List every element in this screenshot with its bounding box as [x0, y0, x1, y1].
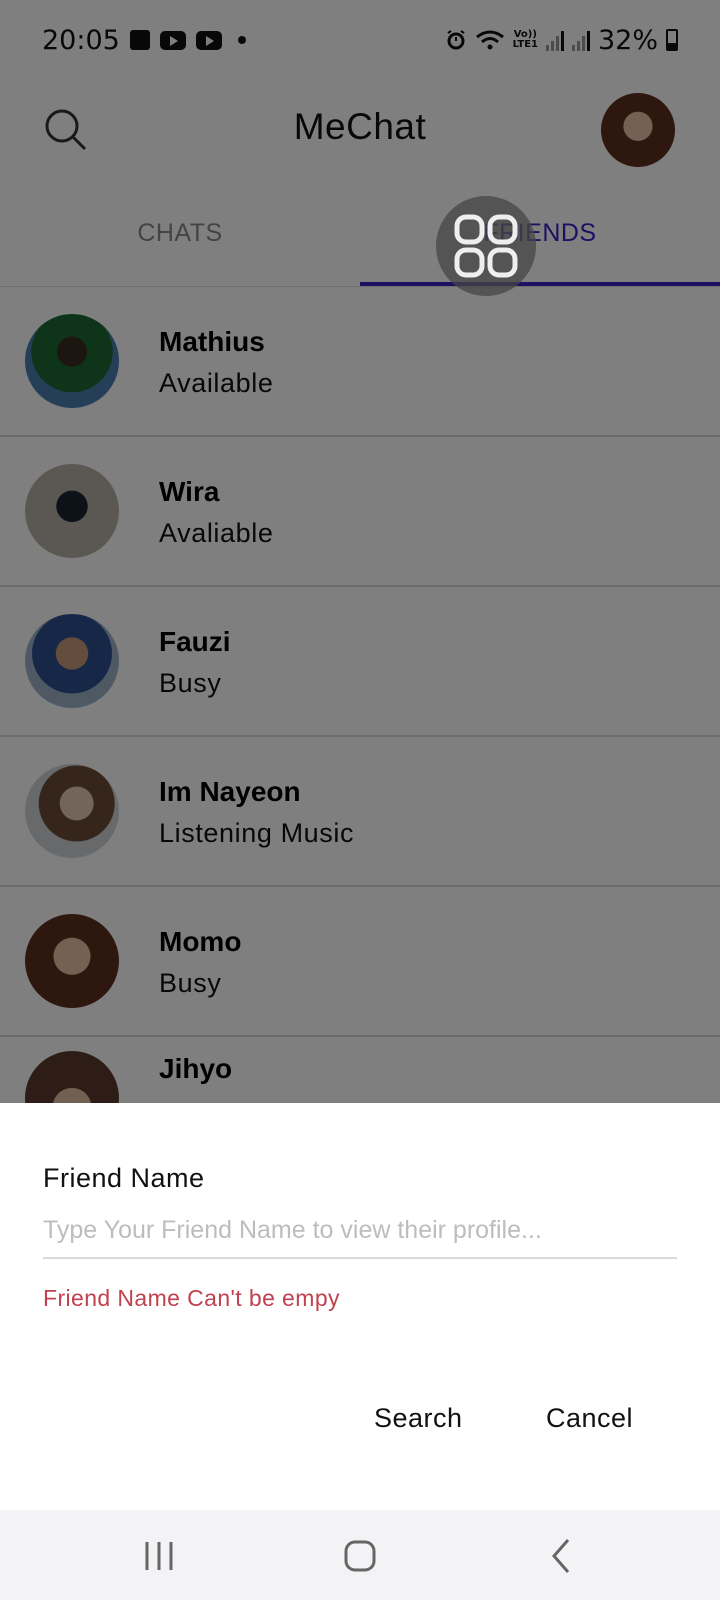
home-icon[interactable] — [338, 1534, 382, 1578]
system-nav-bar — [0, 1510, 720, 1600]
friend-name-label: Friend Name — [43, 1163, 205, 1193]
search-button[interactable]: Search — [374, 1403, 463, 1434]
back-icon[interactable] — [540, 1534, 584, 1578]
grid-icon — [454, 214, 518, 278]
validation-error: Friend Name Can't be empy — [43, 1285, 340, 1311]
recent-apps-icon[interactable] — [137, 1534, 181, 1578]
modal-scrim[interactable] — [0, 0, 720, 1103]
search-friend-dialog: Friend Name Friend Name Can't be empy Se… — [0, 1103, 720, 1510]
friend-name-input[interactable] — [43, 1203, 677, 1259]
cancel-button[interactable]: Cancel — [546, 1403, 633, 1434]
floating-menu-button[interactable] — [436, 196, 536, 296]
